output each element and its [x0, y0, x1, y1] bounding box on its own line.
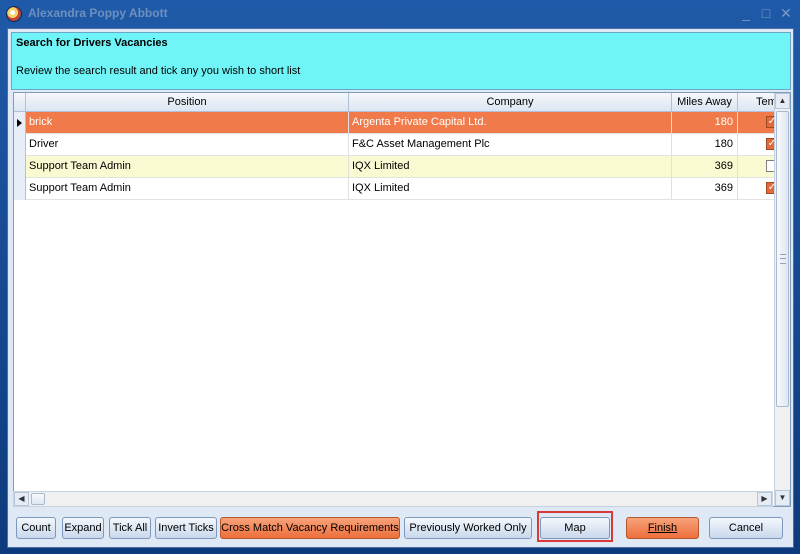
- application-window: Alexandra Poppy Abbott _ □ ✕ Search for …: [0, 0, 800, 554]
- count-button[interactable]: Count: [16, 517, 56, 539]
- scroll-left-icon[interactable]: ◀: [14, 492, 29, 506]
- cell-miles-away[interactable]: 369: [672, 178, 738, 199]
- cell-position[interactable]: brick: [26, 112, 349, 133]
- close-icon[interactable]: ✕: [778, 5, 794, 22]
- row-indicator: [14, 112, 26, 134]
- cell-miles-away[interactable]: 180: [672, 112, 738, 133]
- expand-button[interactable]: Expand: [62, 517, 104, 539]
- grip-icon: [780, 254, 786, 264]
- table-row[interactable]: Support Team Admin IQX Limited 369 ✓: [14, 178, 778, 200]
- page-subtitle: Review the search result and tick any yo…: [16, 65, 301, 77]
- minimize-icon[interactable]: _: [738, 5, 754, 21]
- window-title: Alexandra Poppy Abbott: [28, 6, 168, 20]
- row-indicator: [14, 134, 26, 156]
- title-bar: Alexandra Poppy Abbott _ □ ✕: [0, 0, 800, 28]
- cell-miles-away[interactable]: 369: [672, 156, 738, 177]
- cancel-button[interactable]: Cancel: [709, 517, 783, 539]
- previously-worked-only-button[interactable]: Previously Worked Only: [404, 517, 532, 539]
- row-indicator-header: [14, 93, 26, 112]
- row-indicator: [14, 156, 26, 178]
- current-row-icon: [17, 119, 22, 127]
- cell-company[interactable]: IQX Limited: [349, 156, 672, 177]
- scroll-down-icon[interactable]: ▼: [775, 490, 790, 506]
- table-row[interactable]: Support Team Admin IQX Limited 369: [14, 156, 778, 178]
- cross-match-vacancy-requirements-button[interactable]: Cross Match Vacancy Requirements: [220, 517, 400, 539]
- horizontal-scroll-thumb[interactable]: [31, 493, 45, 505]
- cell-company[interactable]: F&C Asset Management Plc: [349, 134, 672, 155]
- cell-position[interactable]: Driver: [26, 134, 349, 155]
- scroll-thumb[interactable]: [776, 111, 789, 407]
- tick-all-button[interactable]: Tick All: [109, 517, 151, 539]
- cell-miles-away[interactable]: 180: [672, 134, 738, 155]
- header-panel: Search for Drivers Vacancies Review the …: [11, 32, 791, 90]
- scroll-up-icon[interactable]: ▲: [775, 93, 790, 109]
- table-row[interactable]: brick Argenta Private Capital Ltd. 180 ✓: [14, 112, 778, 134]
- app-icon: [6, 6, 22, 22]
- maximize-icon[interactable]: □: [758, 5, 774, 21]
- column-header-tem[interactable]: Tem: [738, 93, 777, 112]
- table-row[interactable]: Driver F&C Asset Management Plc 180 ✓: [14, 134, 778, 156]
- row-indicator: [14, 178, 26, 200]
- map-button-highlight: [537, 511, 613, 542]
- column-header-company[interactable]: Company: [349, 93, 672, 112]
- dialog-body: Search for Drivers Vacancies Review the …: [7, 28, 794, 548]
- column-header-miles-away[interactable]: Miles Away: [672, 93, 738, 112]
- scroll-right-icon[interactable]: ▶: [757, 492, 772, 506]
- page-title: Search for Drivers Vacancies: [16, 37, 168, 49]
- vertical-scrollbar[interactable]: ▲ ▼: [774, 93, 790, 506]
- invert-ticks-button[interactable]: Invert Ticks: [155, 517, 217, 539]
- horizontal-scrollbar[interactable]: ◀ ▶: [13, 491, 773, 507]
- cell-position[interactable]: Support Team Admin: [26, 156, 349, 177]
- column-header-position[interactable]: Position: [26, 93, 349, 112]
- finish-button[interactable]: Finish: [626, 517, 699, 539]
- cell-company[interactable]: Argenta Private Capital Ltd.: [349, 112, 672, 133]
- vacancies-grid: Position Company Miles Away Tem brick Ar…: [13, 92, 791, 507]
- cell-company[interactable]: IQX Limited: [349, 178, 672, 199]
- cell-position[interactable]: Support Team Admin: [26, 178, 349, 199]
